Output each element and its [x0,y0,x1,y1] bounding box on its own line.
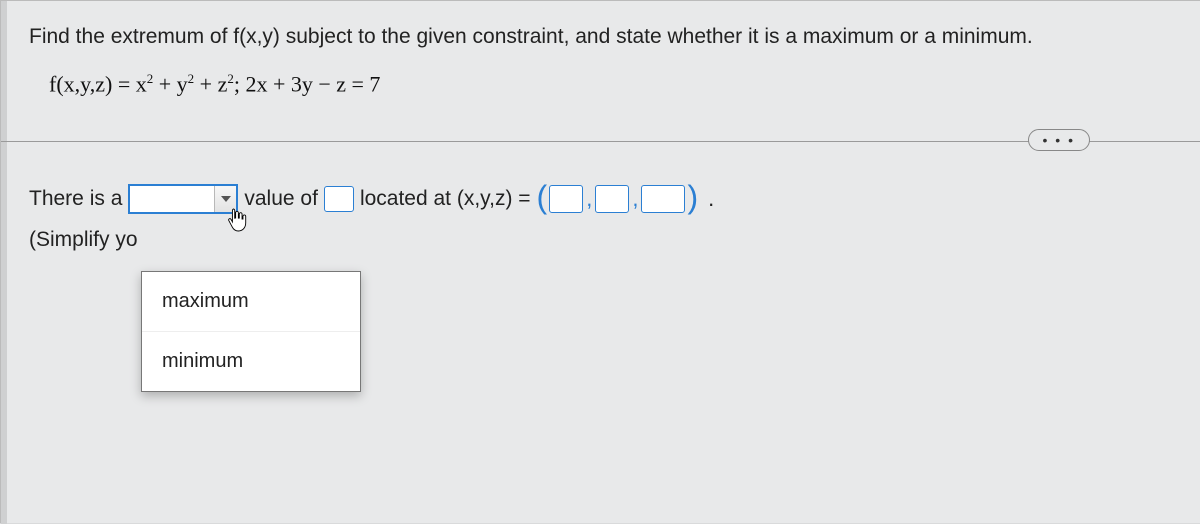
value-of-text: value of [244,187,318,211]
section-divider: • • • [1,129,1200,153]
chevron-down-icon [214,186,236,212]
answer-area: There is a value of located at (x,y,z) =… [1,181,1200,252]
divider-line [1,141,1200,142]
question-page: Find the extremum of f(x,y) subject to t… [0,0,1200,523]
close-paren: ) [687,179,698,216]
answer-sentence: There is a value of located at (x,y,z) =… [29,181,1160,218]
extremum-value-input[interactable] [324,186,354,212]
question-prompt: Find the extremum of f(x,y) subject to t… [1,1,1200,63]
comma-2: , [631,186,639,212]
z-coordinate-input[interactable] [641,185,685,213]
sentence-period: . [708,186,714,212]
extremum-type-dropdown[interactable] [128,184,238,214]
left-edge-shadow [1,1,7,524]
open-paren: ( [537,179,548,216]
located-at-text: located at (x,y,z) = [360,187,531,211]
dropdown-option-minimum[interactable]: minimum [142,331,360,391]
answer-lead-text: There is a [29,187,122,211]
y-coordinate-input[interactable] [595,185,629,213]
more-options-button[interactable]: • • • [1028,129,1090,151]
extremum-dropdown-menu: maximum minimum [141,271,361,392]
x-coordinate-input[interactable] [549,185,583,213]
objective-and-constraint: f(x,y,z) = x2 + y2 + z2; 2x + 3y − z = 7 [1,63,1200,121]
dropdown-option-maximum[interactable]: maximum [142,272,360,331]
coordinate-triplet: ( , , ) [537,181,699,218]
simplify-hint: (Simplify yo [29,228,1160,252]
comma-1: , [585,186,593,212]
